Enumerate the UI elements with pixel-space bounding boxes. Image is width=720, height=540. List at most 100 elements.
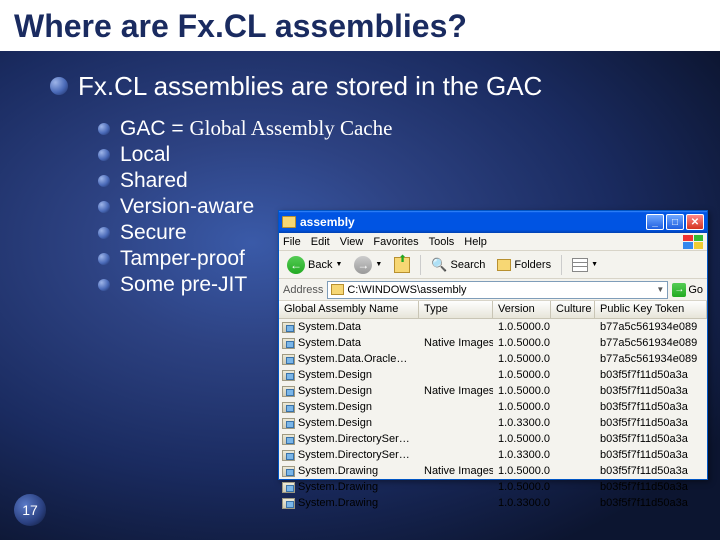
tool-bar: ←Back▼ →▼ ⬆ 🔍Search Folders ▼ [279, 251, 707, 279]
assembly-icon [282, 322, 295, 333]
minimize-button[interactable]: _ [646, 214, 664, 230]
col-name[interactable]: Global Assembly Name [279, 301, 419, 318]
menu-view[interactable]: View [340, 236, 364, 248]
assembly-icon [282, 402, 295, 413]
main-bullet: Fx.CL assemblies are stored in the GAC [50, 71, 720, 102]
views-button[interactable]: ▼ [568, 256, 602, 274]
bullet-icon [98, 123, 110, 135]
asm-version: 1.0.3300.0 [493, 417, 551, 429]
up-folder-icon: ⬆ [394, 257, 410, 273]
folders-button[interactable]: Folders [493, 257, 555, 273]
sub-bullet-text: Local [120, 143, 170, 167]
folder-icon [282, 216, 296, 228]
bullet-icon [98, 201, 110, 213]
asm-version: 1.0.3300.0 [493, 449, 551, 461]
maximize-button[interactable]: □ [666, 214, 684, 230]
asm-name: System.DirectoryServices [298, 433, 414, 445]
bullet-icon [50, 77, 68, 95]
asm-pkt: b03f5f7f11d50a3a [595, 369, 707, 381]
window-title: assembly [300, 215, 644, 229]
address-field[interactable]: C:\WINDOWS\assembly ▼ [327, 281, 668, 299]
assembly-row[interactable]: System.DirectoryServices 1.0.5000.0 b03f5f… [279, 431, 707, 447]
assembly-row[interactable]: System.Data1.0.5000.0b77a5c561934e089 [279, 319, 707, 335]
asm-name: System.Design [298, 401, 372, 413]
assembly-row[interactable]: System.Drawing1.0.3300.0b03f5f7f11d50a3a [279, 495, 707, 511]
asm-pkt: b03f5f7f11d50a3a [595, 465, 707, 477]
go-button[interactable]: →Go [672, 283, 703, 297]
assembly-row[interactable]: System.DataNative Images1.0.5000.0b77a5c… [279, 335, 707, 351]
gac-definition: GAC = Global Assembly Cache [120, 116, 392, 141]
asm-version: 1.0.5000.0 [493, 465, 551, 477]
asm-version: 1.0.5000.0 [493, 337, 551, 349]
assembly-row[interactable]: System.Data.OracleClient1.0.5000.0b77a5c… [279, 351, 707, 367]
address-bar: Address C:\WINDOWS\assembly ▼ →Go [279, 279, 707, 301]
assembly-icon [282, 498, 295, 509]
menu-help[interactable]: Help [464, 236, 487, 248]
assembly-row[interactable]: System.Design1.0.5000.0b03f5f7f11d50a3a [279, 367, 707, 383]
main-bullet-text: Fx.CL assemblies are stored in the GAC [78, 71, 542, 102]
asm-type: Native Images [419, 337, 493, 349]
menu-favorites[interactable]: Favorites [373, 236, 418, 248]
asm-pkt: b03f5f7f11d50a3a [595, 385, 707, 397]
sub-bullet-text: Version-aware [120, 195, 254, 219]
col-type[interactable]: Type [419, 301, 493, 318]
asm-pkt: b03f5f7f11d50a3a [595, 433, 707, 445]
forward-button[interactable]: →▼ [350, 254, 386, 276]
sub-bullet-text: Tamper-proof [120, 247, 245, 271]
menu-bar: File Edit View Favorites Tools Help [279, 233, 707, 251]
up-button[interactable]: ⬆ [390, 255, 414, 275]
asm-pkt: b77a5c561934e089 [595, 353, 707, 365]
sub-bullet-gac: GAC = Global Assembly Cache [98, 116, 720, 141]
asm-version: 1.0.5000.0 [493, 385, 551, 397]
sub-bullet-text: Some pre-JIT [120, 273, 247, 297]
folders-icon [497, 259, 511, 271]
views-icon [572, 258, 588, 272]
asm-pkt: b77a5c561934e089 [595, 337, 707, 349]
assembly-icon [282, 370, 295, 381]
slide-number: 17 [14, 494, 46, 526]
menu-tools[interactable]: Tools [429, 236, 455, 248]
bullet-icon [98, 253, 110, 265]
address-label: Address [283, 284, 323, 296]
bullet-icon [98, 227, 110, 239]
col-version[interactable]: Version [493, 301, 551, 318]
asm-version: 1.0.5000.0 [493, 401, 551, 413]
asm-version: 1.0.5000.0 [493, 481, 551, 493]
close-button[interactable]: ✕ [686, 214, 704, 230]
assembly-icon [282, 386, 295, 397]
sub-bullet: Shared [98, 169, 720, 193]
assembly-row[interactable]: System.DirectoryServices 1.0.3300.0 b03f5f… [279, 447, 707, 463]
bullet-icon [98, 175, 110, 187]
bullet-icon [98, 149, 110, 161]
sub-bullet-text: Secure [120, 221, 187, 245]
title-bar[interactable]: assembly _ □ ✕ [279, 211, 707, 233]
asm-pkt: b77a5c561934e089 [595, 321, 707, 333]
asm-name: System.Design [298, 369, 372, 381]
asm-name: System.Design [298, 385, 372, 397]
search-button[interactable]: 🔍Search [427, 255, 489, 275]
asm-name: System.Data.OracleClient [298, 353, 414, 365]
assembly-row[interactable]: System.Drawing1.0.5000.0b03f5f7f11d50a3a [279, 479, 707, 495]
slide-title: Where are Fx.CL assemblies? [0, 0, 720, 51]
back-label: Back [308, 259, 332, 271]
menu-edit[interactable]: Edit [311, 236, 330, 248]
folder-icon [331, 284, 344, 295]
asm-pkt: b03f5f7f11d50a3a [595, 417, 707, 429]
back-button[interactable]: ←Back▼ [283, 254, 346, 276]
assembly-row[interactable]: System.Design 1.0.5000.0 b03f5f7f11d50a3a [279, 399, 707, 415]
assembly-row[interactable]: System.Design1.0.3300.0b03f5f7f11d50a3a [279, 415, 707, 431]
col-culture[interactable]: Culture [551, 301, 595, 318]
asm-pkt: b03f5f7f11d50a3a [595, 401, 707, 413]
asm-name: System.DirectoryServices [298, 449, 414, 461]
dropdown-icon[interactable]: ▼ [656, 285, 664, 294]
asm-name: System.Data [298, 321, 361, 333]
assembly-row[interactable]: System.DrawingNative Images1.0.5000.0b03… [279, 463, 707, 479]
address-value: C:\WINDOWS\assembly [347, 284, 466, 296]
asm-name: System.Drawing [298, 481, 378, 493]
col-pkt[interactable]: Public Key Token [595, 301, 707, 318]
menu-file[interactable]: File [283, 236, 301, 248]
asm-pkt: b03f5f7f11d50a3a [595, 449, 707, 461]
asm-name: System.Drawing [298, 497, 378, 509]
assembly-row[interactable]: System.DesignNative Images1.0.5000.0b03f… [279, 383, 707, 399]
asm-version: 1.0.5000.0 [493, 433, 551, 445]
